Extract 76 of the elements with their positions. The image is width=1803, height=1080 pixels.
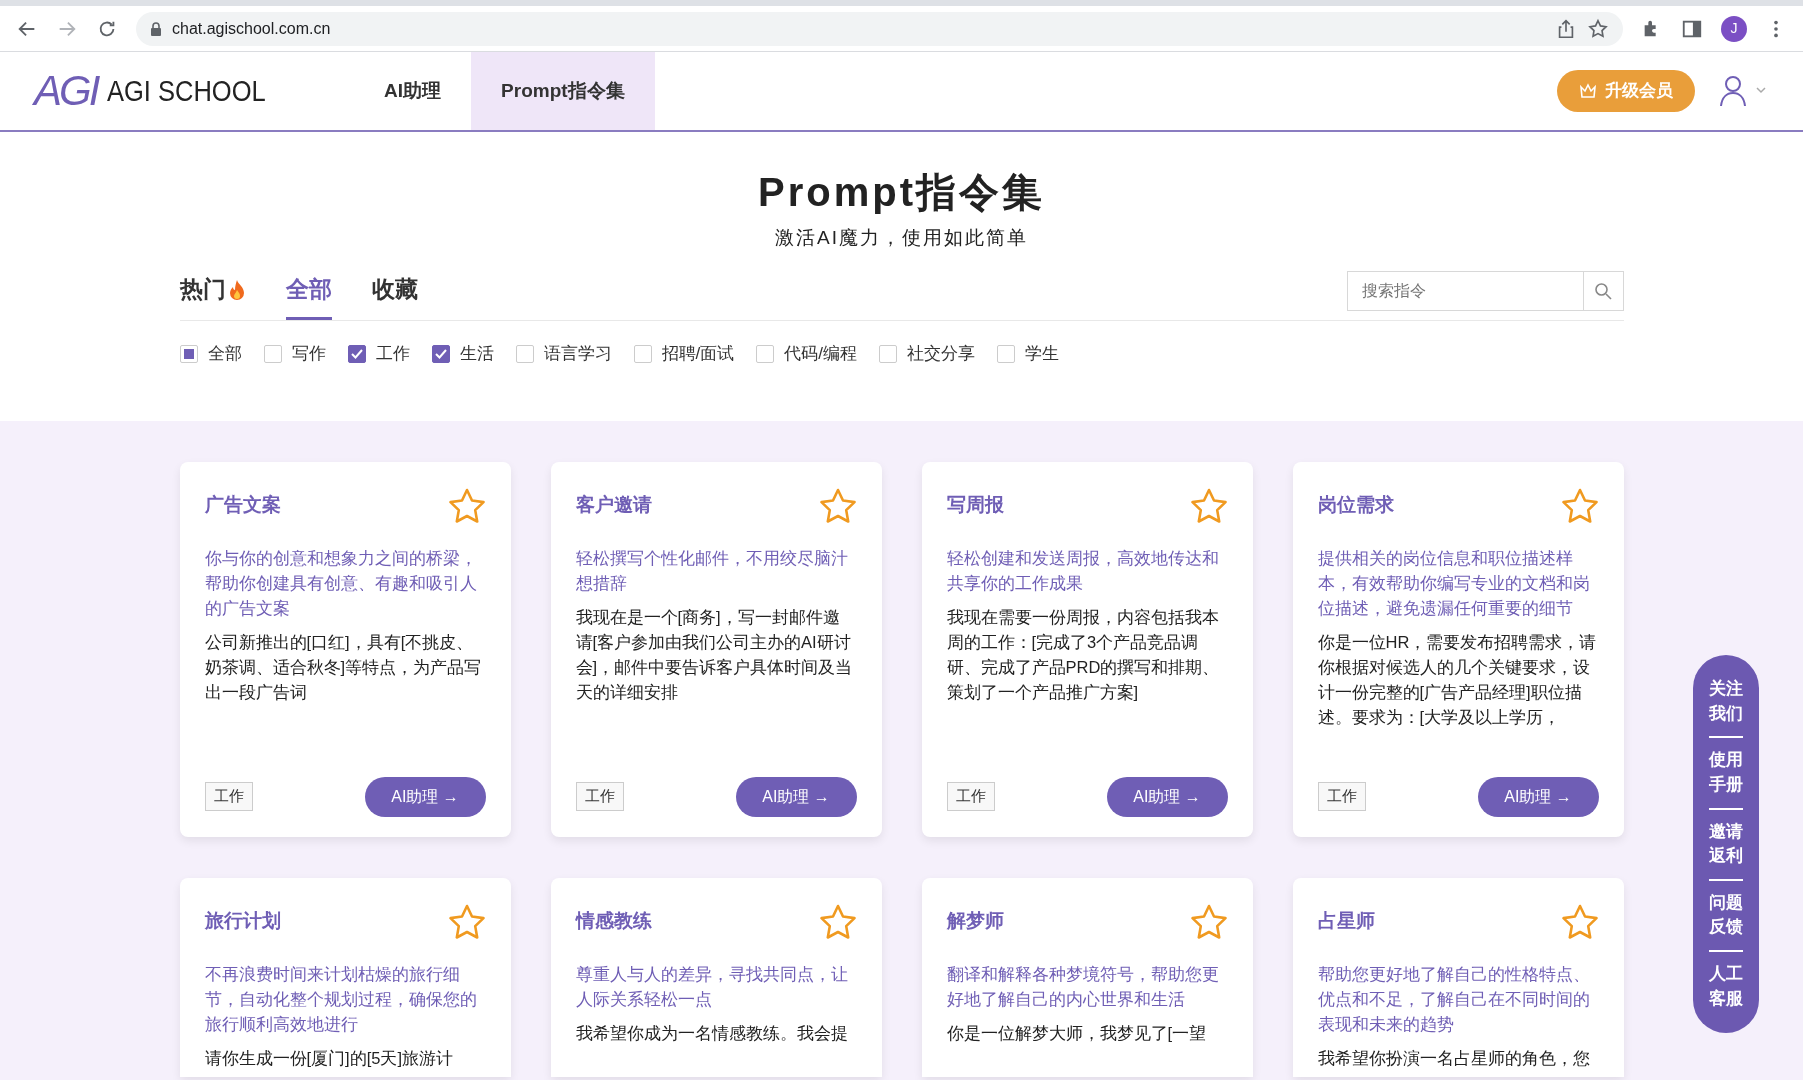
ai-assistant-button[interactable]: AI助理 → <box>1477 776 1599 817</box>
tab[interactable]: 热门 <box>179 262 246 320</box>
star-icon[interactable] <box>447 487 486 524</box>
filter-label: 写作 <box>291 342 326 365</box>
crown-icon <box>1579 83 1597 99</box>
prompt-text: 我现在需要一份周报，内容包括我本周的工作：[完成了3个产品竞品调研、完成了产品PRD的撰写和排期、策划了一个产品推广方案] <box>946 606 1221 703</box>
category-tag: 工作 <box>575 782 624 811</box>
star-icon[interactable] <box>1560 487 1599 524</box>
url-text: chat.agischool.com.cn <box>172 18 331 39</box>
logo-mark: AGI <box>34 70 98 112</box>
filter-label: 社交分享 <box>906 342 975 365</box>
star-icon[interactable] <box>818 487 857 524</box>
logo-text: AGI SCHOOL <box>107 76 267 106</box>
checkbox[interactable] <box>347 344 366 363</box>
card-description: 帮助您更好地了解自己的性格特点、优点和不足，了解自己在不同时间的表现和未来的趋势 <box>1317 963 1591 1035</box>
ai-assistant-button[interactable]: AI助理 → <box>735 776 857 817</box>
category-tag: 工作 <box>1317 782 1366 811</box>
prompt-text: 你是一位HR，需要发布招聘需求，请你根据对候选人的几个关键要求，设计一份完整的[广告产品经理]职位描述。要求为：[大学及以上学历， <box>1317 631 1598 728</box>
lock-icon <box>150 21 162 36</box>
address-bar[interactable]: chat.agischool.com.cn <box>136 11 1623 46</box>
card-description: 你与你的创意和想象力之间的桥梁，帮助你创建具有创意、有趣和吸引人的广告文案 <box>204 547 478 619</box>
search-button[interactable] <box>1583 271 1624 311</box>
profile-avatar[interactable]: J <box>1721 15 1747 42</box>
card-description: 翻译和解释各种梦境符号，帮助您更好地了解自己的内心世界和生活 <box>946 963 1220 1010</box>
card-description: 轻松创建和发送周报，高效地传达和共享你的工作成果 <box>946 547 1220 594</box>
card-title: 写周报 <box>946 493 1004 518</box>
star-icon[interactable] <box>1189 903 1228 940</box>
card-title: 客户邀请 <box>575 493 652 518</box>
filter-label: 语言学习 <box>543 342 612 365</box>
card-description: 不再浪费时间来计划枯燥的旅行细节，自动化整个规划过程，确保您的旅行顺利高效地进行 <box>204 963 478 1035</box>
ai-assistant-button[interactable]: AI助理 → <box>1106 776 1228 817</box>
nav-link[interactable]: Prompt指令集 <box>471 52 655 130</box>
side-menu-item[interactable]: 人工客服 <box>1709 962 1743 1012</box>
search-field[interactable]: 搜索指令 <box>1346 271 1584 311</box>
filter-label: 代码/编程 <box>784 342 857 365</box>
card-title: 旅行计划 <box>204 909 281 934</box>
card-description: 提供相关的岗位信息和职位描述样本，有效帮助你编写专业的文档和岗位描述，避免遗漏任何重要的细节 <box>1317 547 1591 619</box>
checkbox[interactable] <box>431 344 450 363</box>
prompt-text: 公司新推出的[口红]，具有[不挑皮、奶茶调、适合秋冬]等特点，为产品写出一段广告词 <box>204 631 483 703</box>
prompt-text: 请你生成一份[厦门]的[5天]旅游计 <box>204 1047 454 1069</box>
nav-link[interactable]: AI助理 <box>354 52 472 130</box>
star-icon[interactable] <box>1189 487 1228 524</box>
star-icon[interactable] <box>1587 17 1609 40</box>
category-tag: 工作 <box>946 782 995 811</box>
page-subtitle: 激活AI魔力，使用如此简单 <box>774 226 1029 250</box>
tab[interactable]: 收藏 <box>371 262 418 320</box>
tab[interactable]: 全部 <box>285 262 332 320</box>
category-tag: 工作 <box>204 782 253 811</box>
card-title: 情感教练 <box>575 909 652 934</box>
ai-assistant-button[interactable]: AI助理 → <box>364 776 486 817</box>
card-title: 广告文案 <box>204 493 281 518</box>
card-title: 解梦师 <box>946 909 1004 934</box>
search-icon <box>1594 282 1612 300</box>
prompt-text: 我希望你扮演一名占星师的角色，您 <box>1317 1047 1591 1069</box>
flame-icon <box>227 278 246 301</box>
star-icon[interactable] <box>1560 903 1599 940</box>
prompt-text: 你是一位解梦大师，我梦见了[一望 <box>946 1022 1208 1044</box>
prompt-text: 我希望你成为一名情感教练。我会提 <box>575 1022 849 1044</box>
user-icon[interactable] <box>1719 74 1769 108</box>
filter-label: 学生 <box>1024 342 1059 365</box>
prompt-text: 我现在是一个[商务]，写一封邮件邀请[客户参加由我们公司主办的AI研讨会]，邮件中要告诉客户具体时间及当天的详细安排 <box>575 606 854 703</box>
side-menu-item[interactable]: 邀请返利 <box>1709 819 1743 869</box>
star-icon[interactable] <box>818 903 857 940</box>
card-title: 岗位需求 <box>1317 493 1394 518</box>
card-description: 轻松撰写个性化邮件，不用绞尽脑汁想措辞 <box>575 547 849 594</box>
side-menu-item[interactable]: 关注我们 <box>1709 677 1743 727</box>
side-menu-item[interactable]: 使用手册 <box>1709 748 1743 798</box>
side-menu-item[interactable]: 问题反馈 <box>1709 890 1743 941</box>
page-title: Prompt指令集 <box>757 169 1046 216</box>
filter-label: 工作 <box>375 342 410 365</box>
filter-label: 生活 <box>459 342 494 365</box>
card-description: 尊重人与人的差异，寻找共同点，让人际关系轻松一点 <box>575 963 849 1010</box>
star-icon[interactable] <box>447 903 486 940</box>
filter-label: 全部 <box>207 342 242 365</box>
filter-label: 招聘/面试 <box>661 342 735 365</box>
card-title: 占星师 <box>1317 909 1375 934</box>
